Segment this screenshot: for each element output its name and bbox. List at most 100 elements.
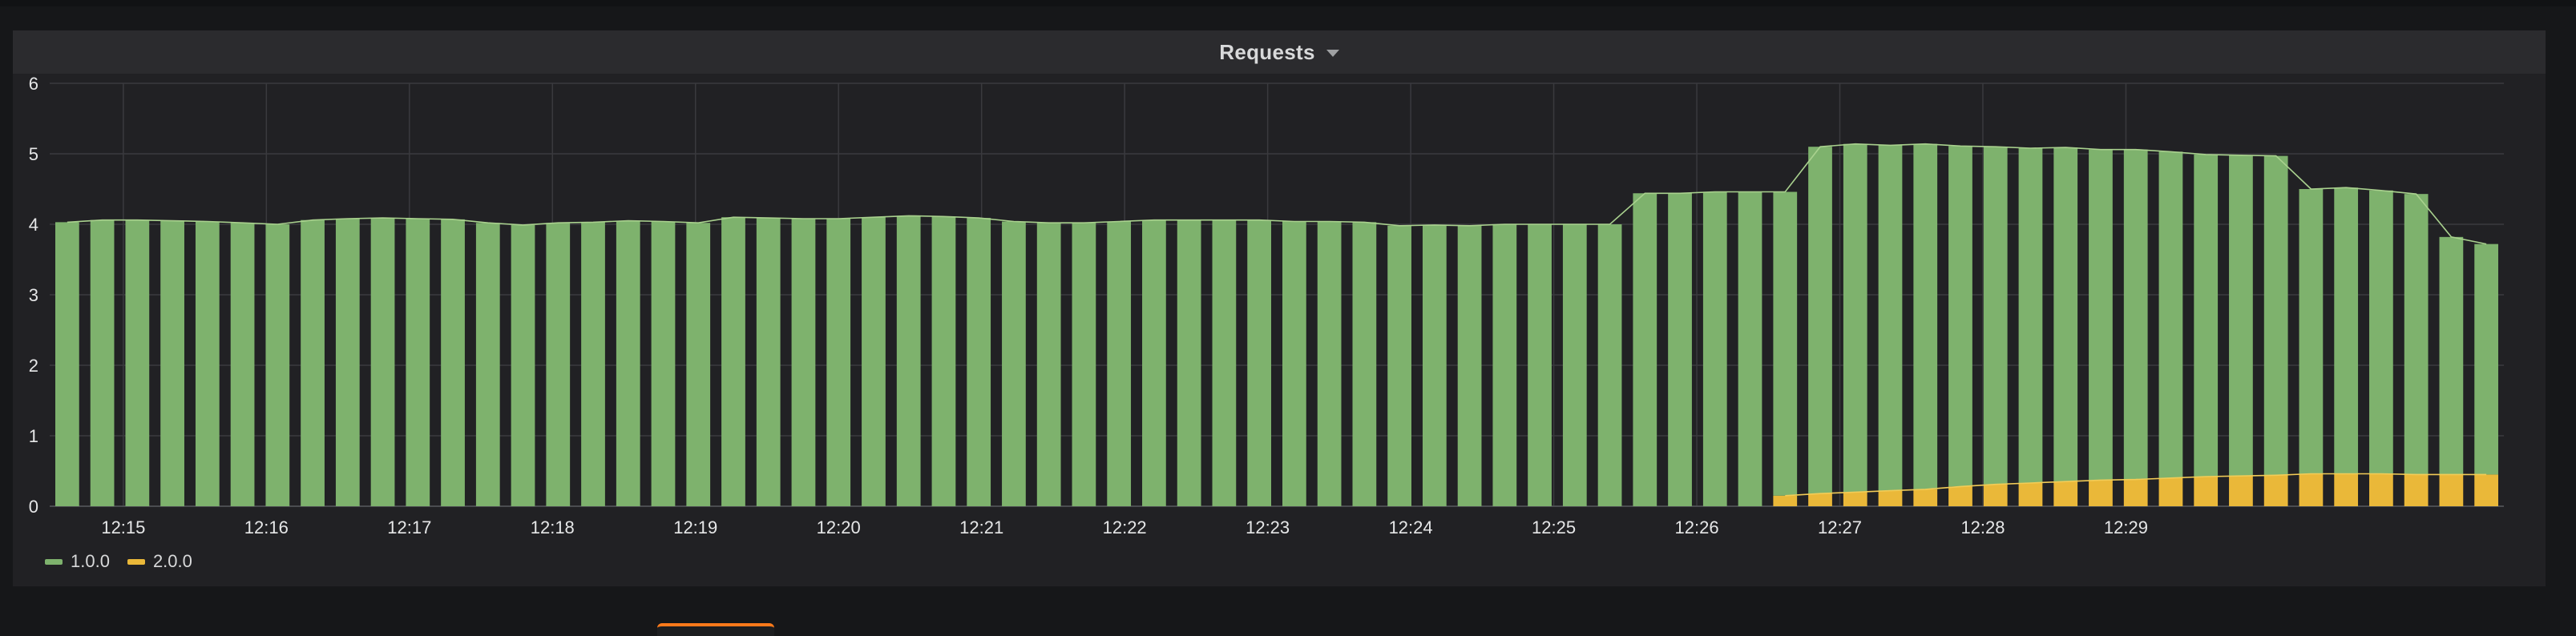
x-tick-label: 12:26 <box>1675 517 1719 537</box>
bar-1-0-0 <box>160 220 184 506</box>
bar-1-0-0 <box>967 218 991 506</box>
bar-2-0-0 <box>2089 480 2113 506</box>
bar-1-0-0 <box>1738 191 1762 506</box>
bar-1-0-0 <box>1352 222 1377 506</box>
bar-1-0-0 <box>1107 221 1132 506</box>
bar-1-0-0 <box>1702 191 1727 506</box>
y-axis: 0 1 2 3 4 5 6 <box>29 74 38 517</box>
bar-1-0-0 <box>335 218 360 506</box>
bar-1-0-0 <box>1983 147 2008 485</box>
chart-bars <box>55 143 2499 506</box>
bar-1-0-0 <box>2334 187 2359 474</box>
x-axis: 12:15 12:16 12:17 12:18 12:19 12:20 12:21 12:22… <box>101 517 2148 537</box>
bar-1-0-0 <box>791 218 816 506</box>
bar-2-0-0 <box>2123 479 2148 506</box>
bar-1-0-0 <box>1457 225 1482 506</box>
chart-legend: 1.0.0 2.0.0 <box>45 551 192 572</box>
bar-2-0-0 <box>2263 475 2288 506</box>
bar-1-0-0 <box>1843 143 1867 493</box>
x-tick-label: 12:15 <box>101 517 145 537</box>
bar-1-0-0 <box>2053 147 2078 482</box>
bar-2-0-0 <box>1878 490 1903 506</box>
bar-1-0-0 <box>862 217 886 506</box>
bar-1-0-0 <box>2369 190 2393 474</box>
bar-1-0-0 <box>2089 149 2113 481</box>
bar-1-0-0 <box>2263 155 2288 476</box>
x-tick-label: 12:19 <box>673 517 717 537</box>
x-tick-label: 12:17 <box>387 517 431 537</box>
bar-1-0-0 <box>2439 236 2464 475</box>
bar-2-0-0 <box>2439 474 2464 506</box>
bar-1-0-0 <box>1282 221 1306 506</box>
x-tick-label: 12:28 <box>1960 517 2005 537</box>
bar-1-0-0 <box>1036 223 1061 506</box>
bar-1-0-0 <box>2404 194 2429 475</box>
bar-2-0-0 <box>1843 492 1867 506</box>
bar-1-0-0 <box>2158 151 2183 478</box>
bar-1-0-0 <box>1668 193 1692 506</box>
bar-1-0-0 <box>406 218 430 506</box>
bar-1-0-0 <box>1072 223 1096 506</box>
bar-2-0-0 <box>1913 489 1938 506</box>
bar-2-0-0 <box>2299 473 2324 506</box>
y-tick-label: 3 <box>29 285 38 305</box>
top-edge <box>0 0 2576 6</box>
bar-1-0-0 <box>2299 189 2324 474</box>
bar-1-0-0 <box>581 222 605 506</box>
bar-1-0-0 <box>301 219 325 506</box>
legend-item-2-0-0[interactable]: 2.0.0 <box>127 551 192 572</box>
bar-1-0-0 <box>2229 155 2253 477</box>
bar-1-0-0 <box>230 223 255 506</box>
bar-1-0-0 <box>1633 193 1657 506</box>
requests-panel: Requests 0123456 12:15 12:16 12:17 12:18 12:… <box>13 30 2546 586</box>
chart-lines <box>67 143 2487 497</box>
bar-2-0-0 <box>2018 482 2043 506</box>
bar-1-0-0 <box>1597 224 1622 506</box>
requests-chart: 0123456 12:15 12:16 12:17 12:18 12:19 12:20 12… <box>29 74 2504 537</box>
bar-1-0-0 <box>1317 221 1342 506</box>
bar-1-0-0 <box>1948 146 1972 487</box>
bar-1-0-0 <box>931 216 956 506</box>
bar-1-0-0 <box>265 224 290 506</box>
x-tick-label: 12:23 <box>1246 517 1290 537</box>
bar-1-0-0 <box>2194 154 2219 477</box>
bar-1-0-0 <box>1212 219 1237 506</box>
legend-label-1-0-0[interactable]: 1.0.0 <box>71 551 110 572</box>
y-tick-label: 5 <box>29 144 38 164</box>
bar-2-0-0 <box>2158 477 2183 506</box>
x-tick-label: 12:16 <box>244 517 289 537</box>
bar-1-0-0 <box>896 215 921 506</box>
bar-1-0-0 <box>1528 224 1552 506</box>
bar-1-0-0 <box>1247 219 1272 506</box>
bar-1-0-0 <box>1773 191 1798 496</box>
x-tick-label: 12:20 <box>817 517 861 537</box>
legend-item-1-0-0[interactable]: 1.0.0 <box>45 551 110 572</box>
bar-2-0-0 <box>2369 473 2393 506</box>
bar-1-0-0 <box>686 223 711 506</box>
bar-2-0-0 <box>1808 493 1832 506</box>
legend-label-2-0-0[interactable]: 2.0.0 <box>153 551 192 572</box>
bar-1-0-0 <box>1387 225 1411 506</box>
bar-2-0-0 <box>2334 473 2359 506</box>
bar-1-0-0 <box>651 221 676 506</box>
bar-2-0-0 <box>2053 481 2078 506</box>
bar-1-0-0 <box>721 217 745 506</box>
bar-1-0-0 <box>1913 143 1938 489</box>
bar-1-0-0 <box>826 218 851 506</box>
bar-1-0-0 <box>1808 147 1832 494</box>
x-tick-label: 12:22 <box>1103 517 1147 537</box>
bar-1-0-0 <box>1142 219 1166 506</box>
bar-2-0-0 <box>1948 486 1972 506</box>
bar-1-0-0 <box>55 222 79 506</box>
legend-swatch-2-0-0 <box>127 558 145 565</box>
bar-1-0-0 <box>546 223 571 506</box>
y-tick-label: 4 <box>29 215 38 235</box>
bar-1-0-0 <box>370 218 395 506</box>
x-tick-label: 12:27 <box>1818 517 1862 537</box>
bar-1-0-0 <box>90 219 115 506</box>
bar-1-0-0 <box>1562 224 1587 506</box>
x-tick-label: 12:18 <box>531 517 575 537</box>
x-tick-label: 12:21 <box>959 517 1003 537</box>
y-tick-label: 0 <box>29 497 38 517</box>
bar-1-0-0 <box>1422 224 1447 506</box>
